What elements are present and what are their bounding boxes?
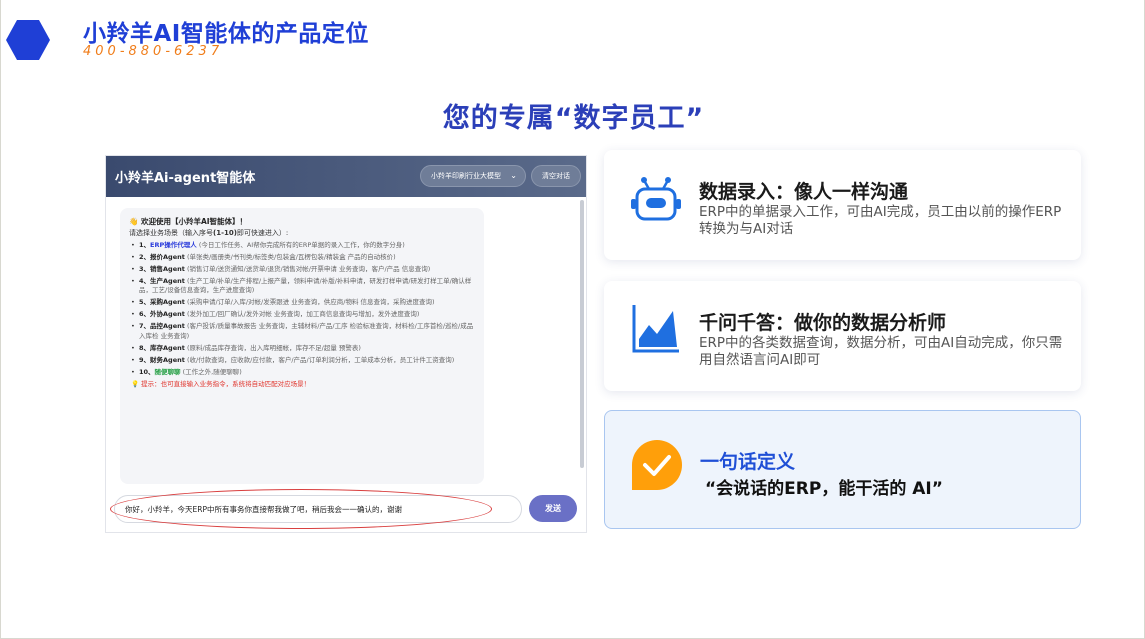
robot-icon — [629, 172, 683, 230]
check-bubble-icon — [630, 438, 684, 496]
chat-header: 小羚羊Ai-agent智能体 小羚羊印刷行业大模型 ⌄ 清空对话 — [106, 156, 586, 197]
feature-card-data-entry: 数据录入：像人一样沟通 ERP中的单据录入工作，可由AI完成，员工由以前的操作E… — [604, 150, 1081, 260]
card-title: 千问千答：做你的数据分析师 — [699, 312, 947, 334]
menu-item[interactable]: • 1、ERP操作代理人 (今日工作任务、AI帮你完成所有的ERP单据的录入工作… — [129, 241, 476, 250]
chat-window: 小羚羊Ai-agent智能体 小羚羊印刷行业大模型 ⌄ 清空对话 👋 欢迎使用【… — [105, 155, 587, 533]
area-chart-icon — [629, 301, 683, 359]
menu-item[interactable]: • 9、财务Agent (收/付款查询，应收款/应付款，客户/产品/订单利润分析… — [129, 356, 476, 365]
menu-item[interactable]: • 2、报价Agent (单张类/画册类/书刊类/标签类/包装盒/瓦楞包装/精装… — [129, 253, 476, 262]
model-select-value: 小羚羊印刷行业大模型 — [431, 172, 501, 180]
card-description: ERP中的各类数据查询，数据分析，可由AI自动完成，你只需用自然语言问AI即可 — [699, 335, 1063, 368]
menu-item[interactable]: • 7、品控Agent (客户投诉/质量事故报告 业务查询，主辅材料/产品/工序… — [129, 322, 476, 341]
chevron-down-icon: ⌄ — [510, 171, 517, 180]
card-title: 一句话定义 — [700, 451, 796, 473]
feature-card-definition: 一句话定义 “会说话的ERP，能干活的 AI” — [604, 410, 1081, 529]
clear-chat-button[interactable]: 清空对话 — [531, 165, 581, 187]
menu-item[interactable]: • 5、采购Agent (采购申请/订单/入库/对帐/发票跟进 业务查询，供应商… — [129, 298, 476, 307]
bot-message: 👋 欢迎使用【小羚羊AI智能体】！ 请选择业务场景（输入序号(1-10)即可快速… — [120, 208, 484, 484]
model-select[interactable]: 小羚羊印刷行业大模型 ⌄ — [420, 165, 526, 187]
tip-text: 💡 提示：也可直接输入业务指令，系统将自动匹配对应场景！ — [131, 380, 311, 389]
menu-item[interactable]: • 10、随便聊聊 (工作之外,随便聊聊) — [129, 368, 476, 377]
prompt-text: 请选择业务场景（输入序号(1-10)即可快速进入）: — [129, 228, 289, 237]
card-description: “会说话的ERP，能干活的 AI” — [705, 479, 943, 499]
hexagon-logo — [6, 20, 50, 60]
card-title: 数据录入：像人一样沟通 — [699, 181, 909, 203]
hotline-number: 400-880-6237 — [83, 44, 224, 59]
menu-item[interactable]: • 8、库存Agent (原料/成品库存查询，出入库明细帐，库存不足/超量 预警… — [129, 344, 476, 353]
menu-item[interactable]: • 3、销售Agent (销售订单/送货通知/送货单/退货/销售对帐/开票申请 … — [129, 265, 476, 274]
menu-item[interactable]: • 6、外协Agent (发外加工/回厂确认/发外对帐 业务查询，加工商信息查询… — [129, 310, 476, 319]
welcome-text: 👋 欢迎使用【小羚羊AI智能体】！ — [129, 217, 248, 226]
feature-card-data-analysis: 千问千答：做你的数据分析师 ERP中的各类数据查询，数据分析，可由AI自动完成，… — [604, 281, 1081, 391]
headline: 您的专属“数字员工” — [442, 103, 705, 134]
chat-input-area: 你好，小羚羊，今天ERP中所有事务你直接帮我做了吧，稍后我会一一确认的，谢谢 发… — [106, 489, 586, 532]
chat-title: 小羚羊Ai-agent智能体 — [115, 171, 256, 186]
slide-title: 小羚羊AI智能体的产品定位 — [83, 21, 369, 47]
card-description: ERP中的单据录入工作，可由AI完成，员工由以前的操作ERP转换为与AI对话 — [699, 204, 1062, 237]
highlight-oval — [110, 489, 492, 529]
chat-scrollbar[interactable] — [580, 200, 584, 468]
send-button[interactable]: 发送 — [529, 495, 577, 522]
menu-item[interactable]: • 4、生产Agent (生产工单/补单/生产排程/上报产量，领料申请/补版/补… — [129, 277, 476, 296]
